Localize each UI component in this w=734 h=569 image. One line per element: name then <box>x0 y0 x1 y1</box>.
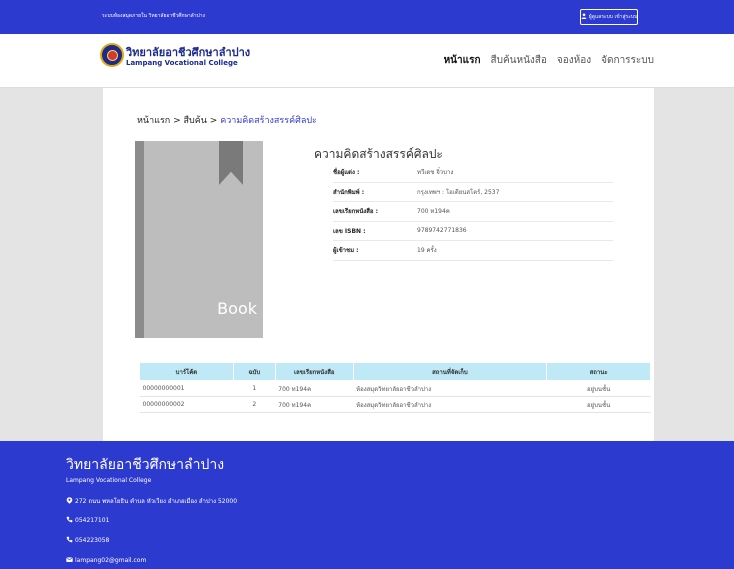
phone-icon <box>66 536 73 545</box>
call-number-value: 700 ท194ค <box>417 208 450 216</box>
footer-email: lampang02@gmail.com <box>66 556 146 565</box>
table-row: 00000000002 2 700 ท194ค ห้องสมุดวิทยาลัย… <box>139 396 651 413</box>
bookmark-ribbon <box>219 141 243 185</box>
call-number-cell: 700 ท194ค <box>275 380 354 397</box>
isbn-value: 9789742771836 <box>417 227 467 235</box>
publisher-row: สำนักพิมพ์ : กรุงเทพฯ : โอเดียนสโตร์, 25… <box>333 183 613 202</box>
footer-subtitle: Lampang Vocational College <box>66 477 152 484</box>
col-barcode: บาร์โค้ด <box>139 362 234 381</box>
call-number-row: เลขเรียกหนังสือ : 700 ท194ค <box>333 202 613 222</box>
col-call-number: เลขเรียกหนังสือ <box>274 362 354 381</box>
location-cell: ห้องสมุดวิทยาลัยอาชีวลำปาง <box>353 396 547 413</box>
top-bar: ระบบห้องสมุดภายใน วิทยาลัยอาชีวศึกษาลำปา… <box>0 0 734 34</box>
college-logo[interactable] <box>100 43 124 67</box>
barcode-cell: 00000000002 <box>139 396 234 413</box>
isbn-label: เลข ISBN : <box>333 227 366 235</box>
nav-admin[interactable]: จัดการระบบ <box>601 53 654 68</box>
footer-phone-2: 054223058 <box>66 536 109 545</box>
breadcrumb-home[interactable]: หน้าแรก <box>137 116 170 126</box>
views-row: ผู้เข้าชม : 19 ครั้ง <box>333 241 613 261</box>
copy-cell: 2 <box>233 396 276 413</box>
col-location: สถานที่จัดเก็บ <box>352 362 548 381</box>
book-title: ความคิดสร้างสรรค์ศิลปะ <box>314 147 443 161</box>
breadcrumb-current: ความคิดสร้างสรรค์ศิลปะ <box>220 116 317 126</box>
user-icon <box>581 13 587 21</box>
views-value: 19 ครั้ง <box>417 247 437 255</box>
views-label: ผู้เข้าชม : <box>333 247 359 255</box>
isbn-row: เลข ISBN : 9789742771836 <box>333 222 613 241</box>
publisher-value: กรุงเทพฯ : โอเดียนสโตร์, 2537 <box>417 188 500 196</box>
col-copy: ฉบับ <box>232 362 276 381</box>
envelope-icon <box>66 556 73 565</box>
copies-table: บาร์โค้ด ฉบับ เลขเรียกหนังสือ สถานที่จัด… <box>139 362 651 413</box>
admin-login-label: ผู้ดูแลระบบ เข้าสู่ระบบ <box>588 14 638 20</box>
copy-cell: 1 <box>233 380 276 397</box>
main-nav: หน้าแรก สืบค้นหนังสือ จองห้อง จัดการระบบ <box>444 53 654 68</box>
book-cover-image: Book <box>135 141 263 338</box>
table-row: 00000000001 1 700 ท194ค ห้องสมุดวิทยาลัย… <box>139 380 651 397</box>
book-cover-label: Book <box>217 299 257 318</box>
brand-name-english[interactable]: Lampang Vocational College <box>126 59 238 67</box>
nav-home[interactable]: หน้าแรก <box>444 53 481 68</box>
location-cell: ห้องสมุดวิทยาลัยอาชีวลำปาง <box>353 380 547 397</box>
call-number-label: เลขเรียกหนังสือ : <box>333 208 378 216</box>
location-pin-icon <box>66 496 73 506</box>
book-detail-panel: หน้าแรก > สืบค้น > ความคิดสร้างสรรค์ศิลป… <box>103 88 654 441</box>
call-number-cell: 700 ท194ค <box>275 396 354 413</box>
site-footer: วิทยาลัยอาชีวศึกษาลำปาง Lampang Vocation… <box>0 441 734 569</box>
barcode-cell: 00000000001 <box>139 380 234 397</box>
author-row: ชื่อผู้แต่ง : ทวีเดช จิ๋วบาง <box>333 163 613 183</box>
footer-title: วิทยาลัยอาชีวศึกษาลำปาง <box>66 457 225 473</box>
nav-room-booking[interactable]: จองห้อง <box>557 53 591 68</box>
status-cell: อยู่บนชั้น <box>546 396 651 413</box>
table-header-row: บาร์โค้ด ฉบับ เลขเรียกหนังสือ สถานที่จัด… <box>139 362 651 381</box>
author-value: ทวีเดช จิ๋วบาง <box>417 169 454 177</box>
site-header: วิทยาลัยอาชีวศึกษาลำปาง Lampang Vocation… <box>0 34 734 88</box>
col-status: สถานะ <box>546 362 651 381</box>
phone-icon <box>66 516 73 525</box>
author-label: ชื่อผู้แต่ง : <box>333 169 360 177</box>
breadcrumb: หน้าแรก > สืบค้น > ความคิดสร้างสรรค์ศิลป… <box>137 116 317 126</box>
book-info-list: ชื่อผู้แต่ง : ทวีเดช จิ๋วบาง สำนักพิมพ์ … <box>333 163 613 261</box>
status-cell: อยู่บนชั้น <box>546 380 651 397</box>
footer-phone-1: 054217101 <box>66 516 109 525</box>
system-name: ระบบห้องสมุดภายใน วิทยาลัยอาชีวศึกษาลำปา… <box>102 13 205 19</box>
breadcrumb-search[interactable]: สืบค้น <box>184 116 207 126</box>
nav-book-search[interactable]: สืบค้นหนังสือ <box>491 53 547 68</box>
footer-address: 272 ถนน พหลโยธิน ตำบล หัวเวียง อำเภอเมือ… <box>66 496 237 506</box>
publisher-label: สำนักพิมพ์ : <box>333 188 365 196</box>
admin-login-button[interactable]: ผู้ดูแลระบบ เข้าสู่ระบบ <box>580 9 638 25</box>
